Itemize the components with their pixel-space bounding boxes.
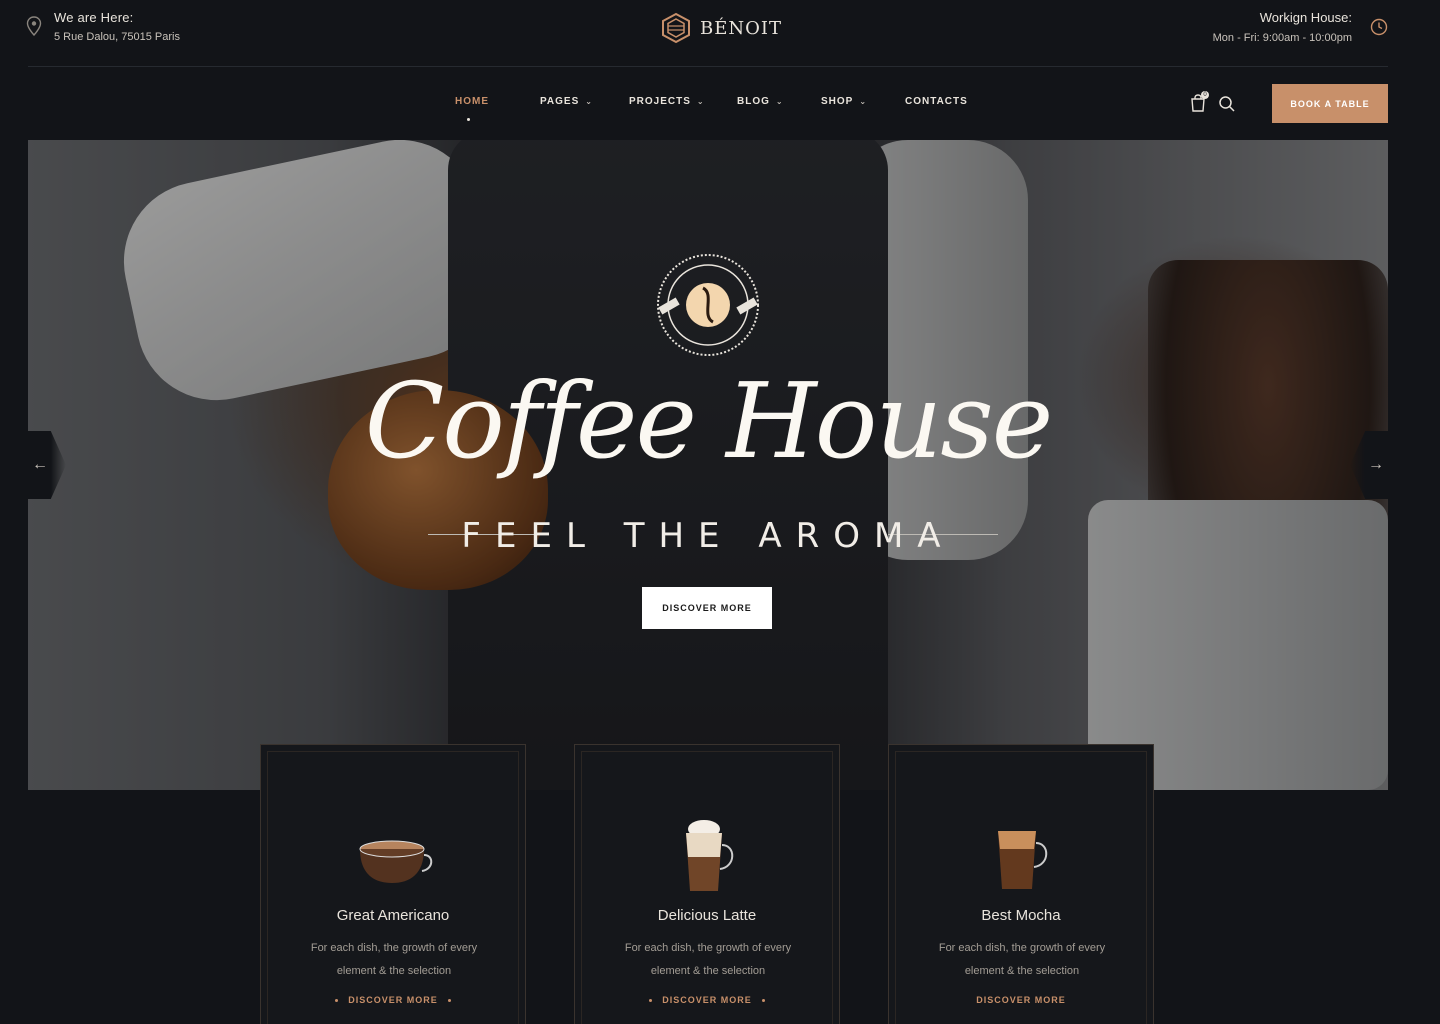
location-label: We are Here: — [54, 10, 134, 25]
hours-value: Mon - Fri: 9:00am - 10:00pm — [1212, 32, 1352, 44]
card-title: Best Mocha — [981, 907, 1061, 924]
hero-title: Coffee House — [364, 360, 1054, 482]
card-title: Great Americano — [336, 907, 450, 924]
arrow-left-icon: ← — [32, 456, 48, 473]
top-bar: We are Here: 5 Rue Dalou, 75015 Paris BÉ… — [0, 0, 1440, 66]
card-description: For each dish, the growth of every eleme… — [938, 942, 1106, 977]
card-latte: Delicious Latte For each dish, the growt… — [574, 744, 840, 1024]
card-description: For each dish, the growth of every eleme… — [310, 942, 478, 977]
coffee-cup-icon — [686, 820, 734, 891]
working-hours: Workign House: Mon - Fri: 9:00am - 10:00… — [1213, 10, 1352, 44]
chevron-down-icon: ⌄ — [775, 97, 784, 106]
active-indicator — [467, 118, 470, 121]
card-americano: Great Americano For each dish, the growt… — [260, 744, 526, 1024]
clock-icon — [1370, 18, 1388, 36]
hours-label: Workign House: — [1259, 10, 1352, 25]
location-info: We are Here: 5 Rue Dalou, 75015 Paris — [26, 10, 180, 43]
cart-count-badge: 0 — [1201, 91, 1209, 99]
nav-blog[interactable]: BLOG ⌄ — [737, 96, 821, 107]
brand-logo[interactable]: BÉNOIT — [660, 12, 782, 44]
location-address: 5 Rue Dalou, 75015 Paris — [54, 31, 180, 43]
card-description: For each dish, the growth of every eleme… — [624, 942, 792, 977]
chevron-down-icon: ⌄ — [585, 97, 593, 106]
header-divider — [28, 66, 1388, 67]
logo-mark-icon — [662, 12, 690, 44]
arrow-right-icon: → — [1368, 456, 1384, 473]
card-discover-link[interactable]: DISCOVER MORE — [889, 995, 1153, 1005]
search-icon[interactable] — [1218, 95, 1236, 113]
card-discover-link[interactable]: DISCOVER MORE — [261, 995, 525, 1005]
hero-subtitle: FEEL THE AROMA — [461, 516, 955, 556]
chevron-down-icon: ⌄ — [859, 97, 868, 106]
hero-slider: Coffee House FEEL THE AROMA DISCOVER MOR… — [28, 140, 1388, 790]
card-title: Delicious Latte — [657, 907, 757, 924]
feature-cards: Great Americano For each dish, the growt… — [260, 744, 1160, 1024]
coffee-seal-emblem — [657, 254, 759, 356]
chevron-down-icon: ⌄ — [696, 97, 705, 106]
card-discover-link[interactable]: DISCOVER MORE — [575, 995, 839, 1005]
hero-discover-button[interactable]: DISCOVER MORE — [642, 587, 772, 629]
book-table-button[interactable]: BOOK A TABLE — [1272, 84, 1388, 123]
coffee-cup-icon — [359, 840, 433, 883]
card-mocha: Best Mocha For each dish, the growth of … — [888, 744, 1154, 1024]
coffee-cup-icon — [998, 831, 1048, 889]
map-pin-icon — [26, 16, 42, 36]
nav-contacts[interactable]: CONTACTS — [905, 96, 968, 107]
nav-home[interactable]: HOME — [455, 96, 540, 121]
brand-name: BÉNOIT — [700, 17, 782, 39]
main-nav: HOME PAGES ⌄ PROJECTS ⌄ BLOG ⌄ SHOP ⌄ CO… — [0, 84, 1440, 124]
nav-projects[interactable]: PROJECTS ⌄ — [629, 96, 737, 107]
nav-pages[interactable]: PAGES ⌄ — [540, 96, 629, 107]
nav-shop[interactable]: SHOP ⌄ — [821, 96, 905, 107]
